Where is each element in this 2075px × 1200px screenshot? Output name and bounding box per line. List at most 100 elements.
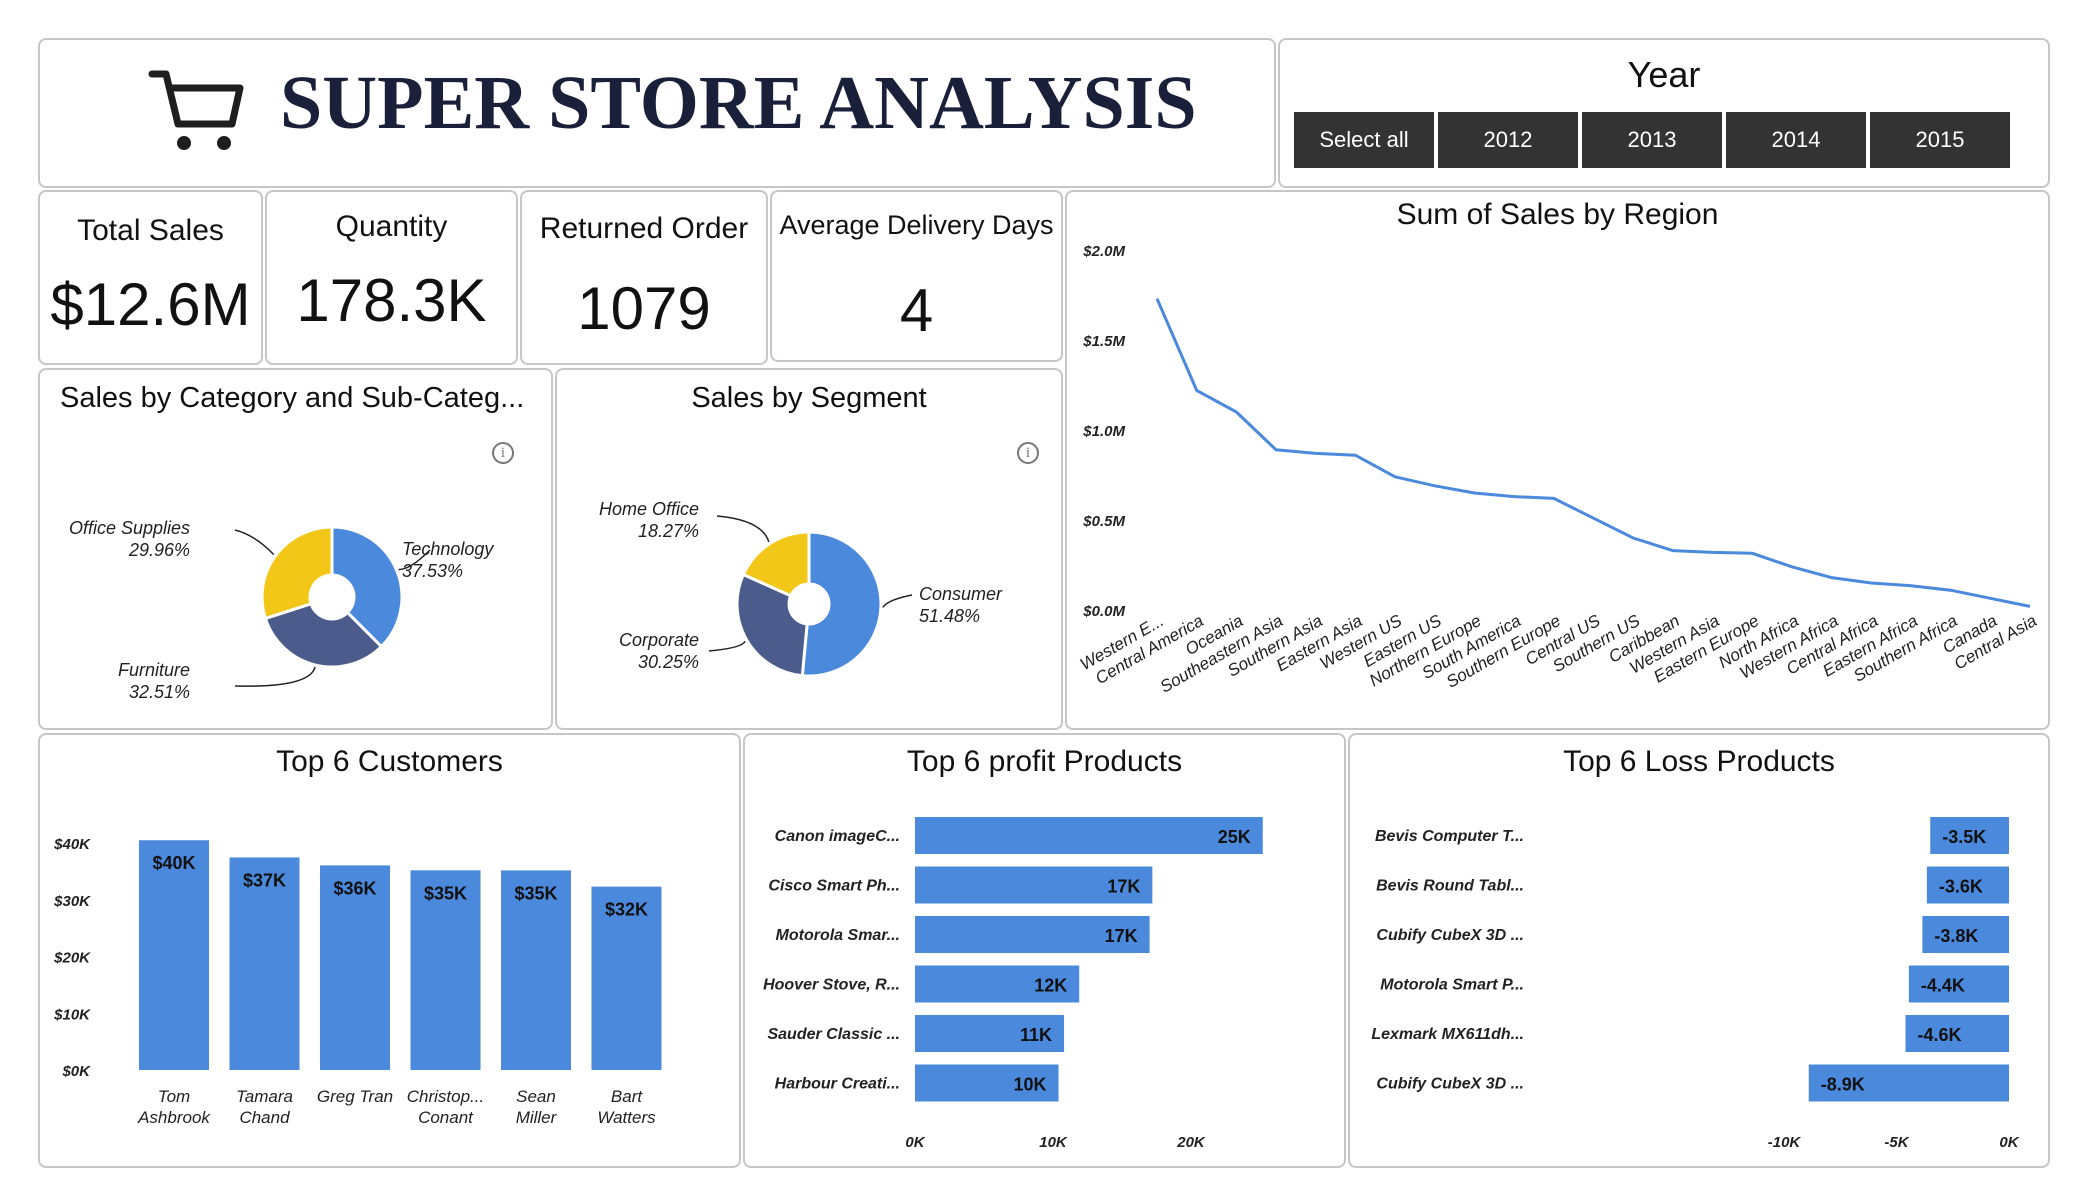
y-category-label: Cisco Smart Ph... [768, 878, 900, 895]
profit-chart-panel: Top 6 profit Products 25K Canon imageC...… [743, 733, 1346, 1168]
slice-label: Home Office [599, 499, 699, 519]
year-slicer: Year Select all 2012 2013 2014 2015 [1278, 38, 2050, 188]
bar-value-label: $32K [605, 900, 648, 920]
loss-chart-panel: Top 6 Loss Products -3.5K Bevis Computer … [1348, 733, 2050, 1168]
bar [139, 840, 209, 1070]
kpi-label: Quantity [335, 210, 448, 243]
y-category-label: Canon imageC... [775, 828, 900, 845]
slice-label: Technology [402, 539, 494, 559]
slice-value-label: 29.96% [128, 540, 190, 560]
y-category-label: Motorola Smar... [776, 927, 900, 944]
leader-line [716, 515, 770, 543]
x-tick-label: Tom [158, 1087, 190, 1106]
y-tick-label: $0.5M [1082, 513, 1125, 530]
y-tick-label: $0.0M [1082, 603, 1125, 620]
kpi-value: 1079 [577, 275, 711, 342]
y-tick-label: $30K [53, 893, 91, 910]
x-tick-label: 0K [905, 1134, 925, 1151]
slice-value-label: 37.53% [402, 561, 463, 581]
profit-bar-chart: 25K Canon imageC... 17K Cisco Smart Ph... 17… [763, 817, 1263, 1151]
y-category-label: Bevis Computer T... [1375, 828, 1524, 845]
bar-value-label: 17K [1105, 926, 1138, 946]
kpi-value: 4 [899, 277, 934, 344]
slice-value-label: 51.48% [919, 606, 980, 626]
x-tick-label: Chand [239, 1108, 290, 1127]
bar-value-label: $40K [152, 853, 195, 873]
bar-value-label: 25K [1218, 827, 1251, 847]
y-tick-label: $2.0M [1082, 243, 1125, 260]
y-tick-label: $1.5M [1082, 333, 1125, 350]
x-tick-label: -5K [1884, 1134, 1909, 1151]
bar-value-label: -4.6K [1918, 1025, 1962, 1045]
y-category-label: Motorola Smart P... [1380, 977, 1524, 994]
x-tick-label: 20K [1176, 1134, 1206, 1151]
x-tick-label: 0K [1999, 1134, 2019, 1151]
x-tick-label: Tamara [236, 1087, 293, 1106]
slice-value-label: 32.51% [129, 682, 190, 702]
x-tick-label: Greg Tran [317, 1087, 393, 1106]
y-category-label: Harbour Creati... [775, 1076, 900, 1093]
x-tick-label: Sean [516, 1087, 556, 1106]
y-tick-label: $20K [53, 950, 91, 967]
x-tick-label: Christop... [407, 1087, 484, 1106]
bar-value-label: -4.4K [1921, 976, 1965, 996]
bar-value-label: 11K [1020, 1025, 1052, 1045]
year-option-select-all[interactable]: Select all [1294, 112, 1434, 168]
bar [915, 817, 1263, 854]
kpi-returned-order: Returned Order 1079 [520, 190, 768, 365]
kpi-label: Total Sales [77, 214, 224, 247]
kpi-delivery-days: Average Delivery Days 4 [770, 190, 1063, 362]
x-tick-label: -10K [1768, 1134, 1802, 1151]
y-category-label: Lexmark MX611dh... [1371, 1026, 1524, 1043]
y-category-label: Hoover Stove, R... [763, 977, 900, 994]
bar-value-label: -3.6K [1939, 877, 1983, 897]
bar-value-label: 17K [1107, 877, 1140, 897]
pie-slice [800, 530, 883, 678]
year-option-2012[interactable]: 2012 [1438, 112, 1578, 168]
x-tick-label: Ashbrook [137, 1108, 211, 1127]
bar-value-label: -8.9K [1821, 1075, 1865, 1095]
customers-chart-panel: Top 6 Customers $0K $10K $20K $30K $40K $40K T… [38, 733, 741, 1168]
segment-chart-panel: Sales by Segment i Consumer 51.48% Corpora… [555, 368, 1063, 730]
bar-value-label: $36K [333, 878, 376, 898]
kpi-quantity: Quantity 178.3K [265, 190, 518, 365]
kpi-label: Returned Order [539, 212, 749, 245]
slice-label: Consumer [919, 584, 1003, 604]
slice-value-label: 30.25% [638, 652, 699, 672]
leader-line [708, 640, 746, 652]
kpi-value: $12.6M [50, 271, 251, 338]
leader-line [882, 594, 913, 608]
kpi-total-sales: Total Sales $12.6M [38, 190, 263, 365]
header-panel: SUPER STORE ANALYSIS [38, 38, 1276, 188]
kpi-value: 178.3K [296, 267, 487, 334]
x-tick-label: 10K [1039, 1134, 1068, 1151]
kpi-label: Average Delivery Days [779, 210, 1054, 240]
region-chart-panel: Sum of Sales by Region $0.0M $0.5M $1.0M $1… [1065, 190, 2050, 730]
y-tick-label: $1.0M [1082, 423, 1125, 440]
y-tick-label: $40K [53, 836, 91, 853]
y-category-label: Cubify CubeX 3D ... [1376, 1076, 1524, 1093]
slice-label: Furniture [118, 660, 190, 680]
year-option-2015[interactable]: 2015 [1870, 112, 2010, 168]
bar-value-label: 10K [1013, 1075, 1046, 1095]
bar-value-label: $35K [514, 883, 557, 903]
y-tick-label: $10K [53, 1006, 91, 1023]
y-category-label: Sauder Classic ... [767, 1026, 900, 1043]
x-tick-label: Watters [597, 1108, 656, 1127]
customers-bar-chart: $0K $10K $20K $30K $40K $40K Tom Ashbrook $37K Ta… [53, 836, 662, 1127]
bar-value-label: -3.5K [1942, 827, 1986, 847]
bar-value-label: 12K [1034, 976, 1067, 996]
category-chart-panel: Sales by Category and Sub-Categ... i Tec… [38, 368, 553, 730]
loss-bar-chart: -3.5K Bevis Computer T... -3.6K Bevis Round… [1371, 817, 2020, 1151]
shopping-cart-icon [148, 70, 244, 150]
segment-donut-chart: Consumer51.48% Corporate30.25% Home Office… [599, 499, 1003, 678]
slice-label: Corporate [619, 630, 699, 650]
year-option-2013[interactable]: 2013 [1582, 112, 1722, 168]
slice-label: Office Supplies [69, 518, 190, 538]
series-line [1155, 298, 2031, 608]
category-donut-chart: Technology37.53% Furniture32.51% Office Su… [69, 518, 494, 702]
year-option-2014[interactable]: 2014 [1726, 112, 1866, 168]
x-tick-label: Conant [418, 1108, 474, 1127]
region-line-chart: $0.0M$0.5M$1.0M$1.5M$2.0MWestern E...Cen… [1077, 243, 2040, 697]
leader-line [234, 666, 316, 687]
